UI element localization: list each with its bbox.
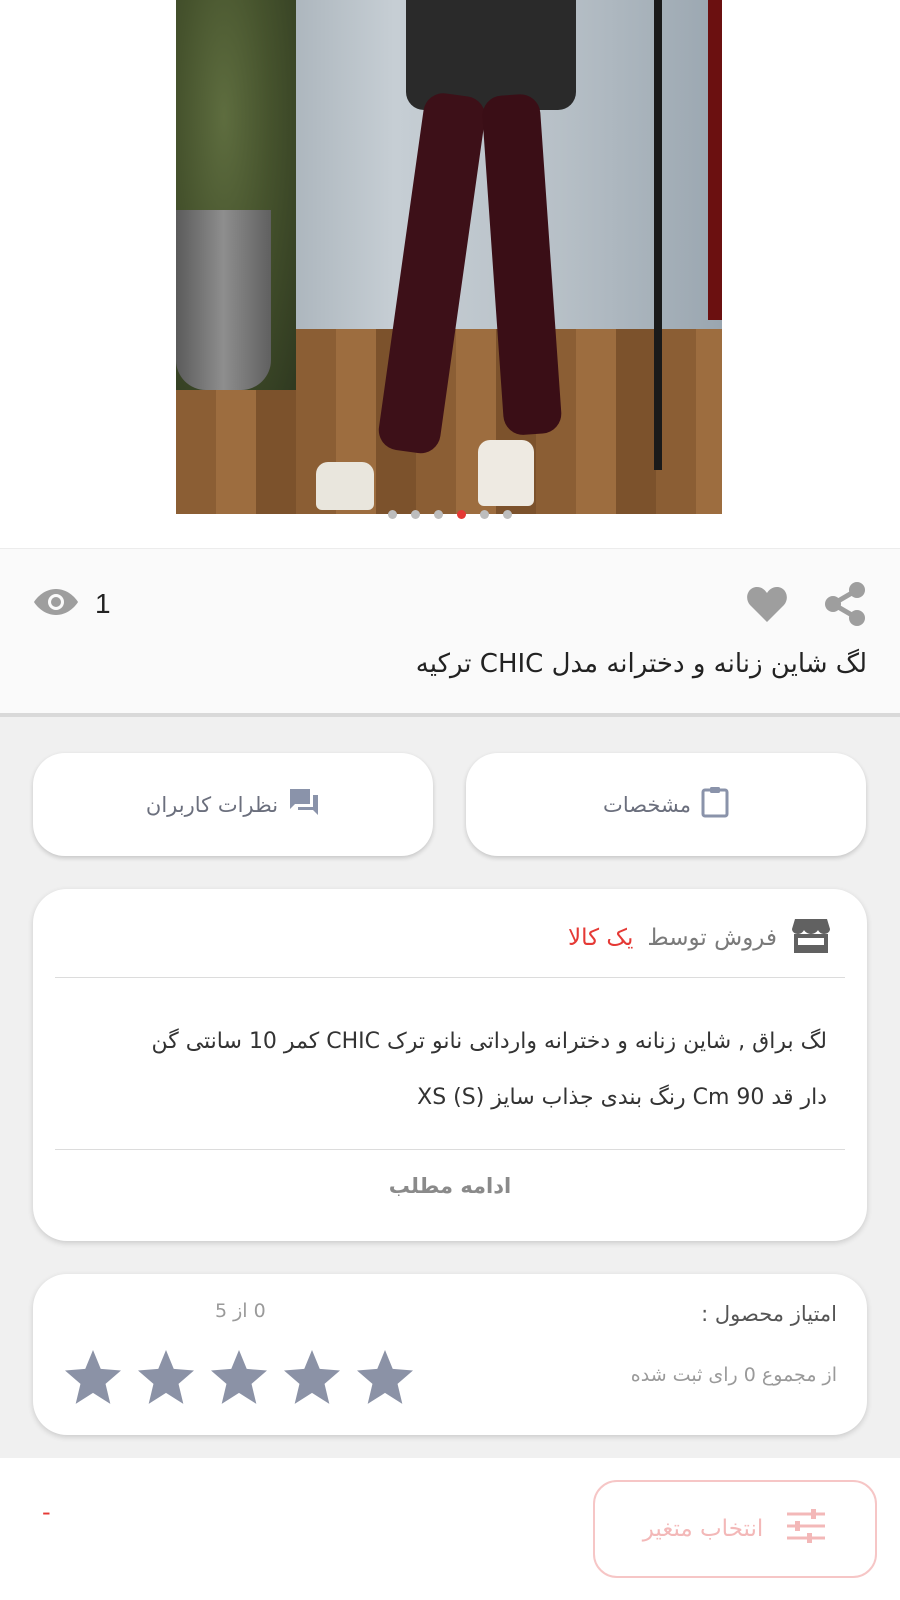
eye-icon (33, 587, 79, 621)
rating-score: 0 از 5 (215, 1300, 266, 1322)
store-icon (791, 917, 831, 959)
share-icon[interactable] (822, 581, 868, 627)
gallery-dot[interactable] (503, 510, 512, 519)
price-value: - (42, 1498, 51, 1526)
seller-name-link[interactable]: یک کالا (568, 925, 633, 951)
tab-specifications[interactable]: مشخصات (466, 753, 866, 856)
star-rating[interactable] (61, 1346, 417, 1410)
gallery-dot[interactable] (411, 510, 420, 519)
product-description: لگ براق , شاین زنانه و دخترانه وارداتی ن… (83, 1014, 827, 1126)
description-card: فروش توسط یک کالا لگ براق , شاین زنانه و… (33, 889, 867, 1241)
read-more-button[interactable]: ادامه مطلب (33, 1174, 867, 1198)
tab-specifications-label: مشخصات (603, 792, 691, 817)
card-divider-bottom (55, 1149, 845, 1150)
card-divider-top (55, 977, 845, 978)
tab-user-reviews-label: نظرات کاربران (145, 792, 279, 817)
star-icon[interactable] (353, 1346, 417, 1410)
image-shoe-right (478, 440, 534, 506)
clipboard-icon (701, 786, 729, 823)
tune-icon (785, 1509, 827, 1549)
star-icon[interactable] (280, 1346, 344, 1410)
gallery-dot[interactable] (388, 510, 397, 519)
bottom-action-bar: انتخاب متغیر - (0, 1458, 900, 1600)
gallery-dot[interactable] (480, 510, 489, 519)
star-icon[interactable] (134, 1346, 198, 1410)
description-line-2: دار قد 90 Cm رنگ بندی جذاب سایز (S) XS (417, 1085, 827, 1110)
image-pot (176, 210, 271, 390)
seller-row: فروش توسط یک کالا (568, 917, 831, 959)
star-icon[interactable] (207, 1346, 271, 1410)
select-variant-button[interactable]: انتخاب متغیر (593, 1480, 877, 1578)
rating-card: امتیاز محصول : 0 از 5 از مجموع 0 رای ثبت… (33, 1274, 867, 1435)
gallery-pagination (0, 510, 900, 519)
gallery-dot-active[interactable] (457, 510, 466, 519)
image-mirror-frame (654, 0, 662, 470)
select-variant-label: انتخاب متغیر (642, 1516, 764, 1542)
rating-label: امتیاز محصول : (701, 1302, 837, 1326)
tab-user-reviews[interactable]: نظرات کاربران (33, 753, 433, 856)
seller-prefix: فروش توسط (647, 925, 777, 951)
gallery-dot[interactable] (434, 510, 443, 519)
product-header: 1 لگ شاین زنانه و دخترانه مدل CHIC ترکیه (0, 548, 900, 717)
product-gallery[interactable] (0, 0, 900, 548)
star-icon[interactable] (61, 1346, 125, 1410)
views-counter: 1 (33, 587, 111, 621)
views-count: 1 (95, 588, 111, 619)
forum-icon (288, 787, 320, 822)
image-torso (406, 0, 576, 110)
image-shoe-left (316, 462, 374, 510)
image-curtain (708, 0, 722, 320)
description-line-1: لگ براق , شاین زنانه و دخترانه وارداتی ن… (151, 1029, 827, 1054)
heart-icon[interactable] (744, 583, 790, 625)
product-image[interactable] (176, 0, 722, 514)
rating-total-votes: از مجموع 0 رای ثبت شده (630, 1364, 837, 1386)
product-title: لگ شاین زنانه و دخترانه مدل CHIC ترکیه (415, 649, 867, 679)
